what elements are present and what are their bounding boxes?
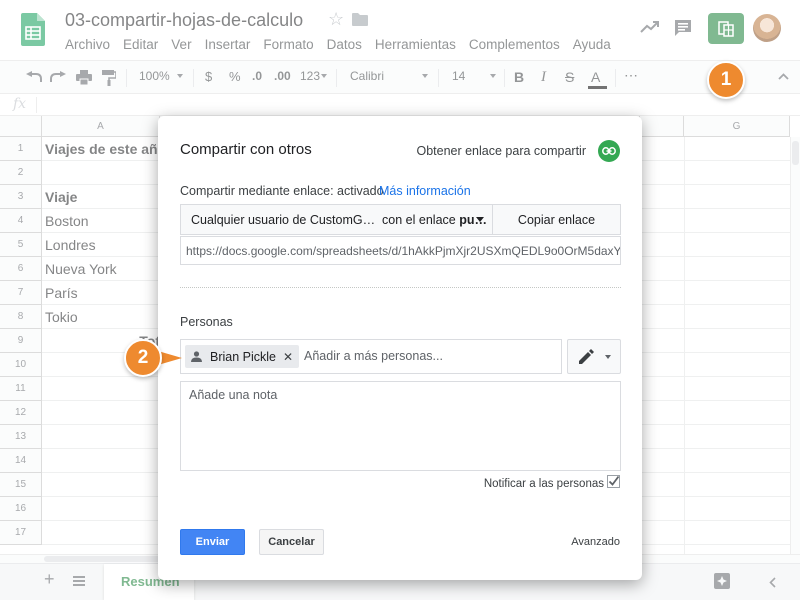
permission-dropdown[interactable] [567,339,621,374]
add-people-placeholder[interactable]: Añadir a más personas... [304,349,443,363]
person-chip-name: Brian Pickle [210,349,276,364]
note-field[interactable]: Añade una nota [180,381,621,471]
dropdown-arrow-icon [476,217,484,222]
get-shareable-link[interactable]: Obtener enlace para compartir [416,144,586,158]
notify-checkbox[interactable] [607,475,620,488]
notify-label: Notificar a las personas [483,478,604,490]
pencil-icon [579,349,594,364]
callout-badge-2: 2 [124,339,162,377]
cancel-button[interactable]: Cancelar [259,529,324,555]
person-chip[interactable]: Brian Pickle ✕ [185,345,300,368]
send-button[interactable]: Enviar [180,529,245,555]
link-icon[interactable] [598,140,620,162]
people-label: Personas [180,315,233,329]
advanced-link[interactable]: Avanzado [571,536,620,548]
section-divider [180,287,621,288]
link-sharing-status: Compartir mediante enlace: activado [180,184,384,198]
remove-person-icon[interactable]: ✕ [283,350,293,364]
link-access-text: Cualquier usuario de CustomG… con el enl… [191,212,460,227]
more-info-link[interactable]: Más información [379,184,471,198]
permission-arrow-icon [605,355,611,359]
link-access-select[interactable]: Cualquier usuario de CustomG… con el enl… [180,204,493,235]
copy-link-button[interactable]: Copiar enlace [493,204,621,235]
callout-badge-1: 1 [707,61,745,99]
person-icon [191,351,202,362]
people-input[interactable]: Brian Pickle ✕ Añadir a más personas... [180,339,562,374]
share-url-field[interactable]: https://docs.google.com/spreadsheets/d/1… [180,236,621,265]
dialog-title: Compartir con otros [180,141,312,158]
share-dialog: Compartir con otros Obtener enlace para … [158,116,642,580]
